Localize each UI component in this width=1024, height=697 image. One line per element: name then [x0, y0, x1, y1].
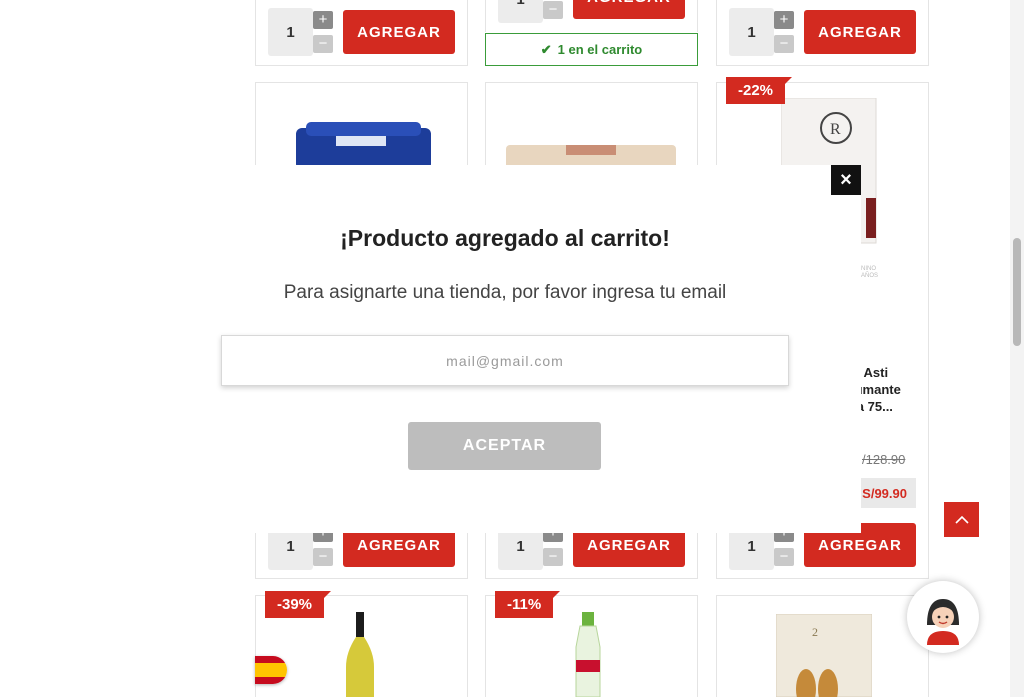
accept-button[interactable]: ACEPTAR [408, 422, 601, 470]
close-icon[interactable]: × [831, 165, 861, 195]
added-to-cart-modal: × ¡Producto agregado al carrito! Para as… [149, 165, 861, 533]
modal-title: ¡Producto agregado al carrito! [340, 225, 670, 251]
modal-subtitle: Para asignarte una tienda, por favor ing… [283, 282, 727, 303]
email-field[interactable] [221, 335, 789, 386]
modal-overlay: × ¡Producto agregado al carrito! Para as… [0, 0, 1024, 697]
